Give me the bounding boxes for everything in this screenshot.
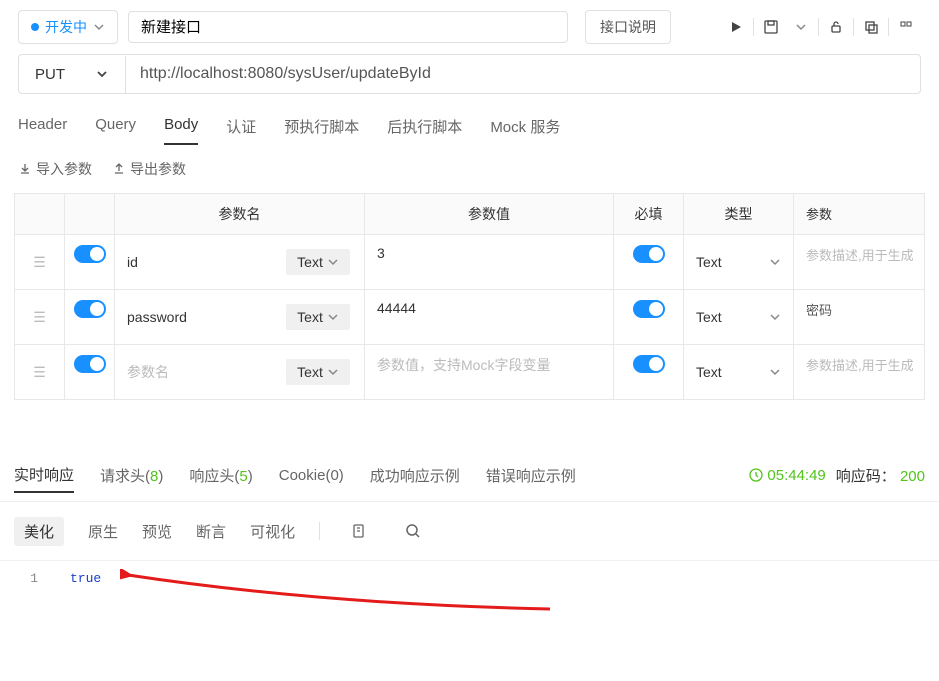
tab-body[interactable]: Body bbox=[164, 108, 198, 145]
chevron-down-icon bbox=[327, 256, 339, 268]
th-name: 参数名 bbox=[115, 194, 365, 234]
clock-icon bbox=[749, 468, 763, 482]
method-select[interactable]: PUT bbox=[19, 56, 126, 93]
param-name-input[interactable]: password bbox=[123, 309, 286, 325]
play-icon bbox=[729, 20, 743, 34]
resp-subtab-beautify[interactable]: 美化 bbox=[14, 517, 64, 546]
param-desc-input[interactable]: 密码 bbox=[794, 290, 924, 344]
annotation-arrow-icon bbox=[120, 569, 560, 619]
download-icon bbox=[18, 162, 32, 176]
status-dot-icon bbox=[31, 23, 39, 31]
response-time: 05:44:49 bbox=[749, 467, 826, 484]
resp-subtab-raw[interactable]: 原生 bbox=[88, 521, 118, 542]
copy-icon bbox=[351, 523, 367, 539]
resp-tab-resp-headers[interactable]: 响应头(5) bbox=[189, 459, 252, 492]
resp-tab-success-example[interactable]: 成功响应示例 bbox=[370, 459, 460, 492]
param-type-select[interactable]: Text bbox=[684, 235, 794, 289]
chevron-down-icon bbox=[327, 366, 339, 378]
resp-tab-req-headers[interactable]: 请求头(8) bbox=[100, 459, 163, 492]
copy-button[interactable] bbox=[856, 12, 886, 42]
search-response-button[interactable] bbox=[398, 516, 428, 546]
response-body: 1 true bbox=[0, 561, 939, 681]
param-subtype-select[interactable]: Text bbox=[286, 249, 350, 275]
api-title-field[interactable] bbox=[141, 18, 555, 35]
param-enabled-toggle[interactable] bbox=[74, 355, 106, 373]
line-number: 1 bbox=[0, 571, 50, 671]
chevron-down-icon bbox=[95, 67, 109, 81]
status-badge[interactable]: 开发中 bbox=[18, 10, 118, 44]
search-icon bbox=[405, 523, 421, 539]
param-enabled-toggle[interactable] bbox=[74, 245, 106, 263]
table-row: ☰ id Text 3 Text 参数描述,用于生成 bbox=[15, 235, 924, 290]
resp-tab-realtime[interactable]: 实时响应 bbox=[14, 458, 74, 493]
param-enabled-toggle[interactable] bbox=[74, 300, 106, 318]
params-table: 参数名 参数值 必填 类型 参数 ☰ id Text 3 Text 参数描述,用… bbox=[14, 193, 925, 400]
run-button[interactable] bbox=[721, 12, 751, 42]
param-value-input[interactable]: 44444 bbox=[365, 290, 614, 344]
response-status: 响应码： 200 bbox=[836, 465, 925, 486]
more-button[interactable] bbox=[891, 12, 921, 42]
copy-icon bbox=[864, 20, 878, 34]
copy-response-button[interactable] bbox=[344, 516, 374, 546]
tab-mock[interactable]: Mock 服务 bbox=[490, 108, 560, 145]
tab-header[interactable]: Header bbox=[18, 108, 67, 145]
tab-post-script[interactable]: 后执行脚本 bbox=[387, 108, 462, 145]
upload-icon bbox=[112, 162, 126, 176]
chevron-down-icon bbox=[769, 311, 781, 323]
th-type: 类型 bbox=[684, 194, 794, 234]
url-input[interactable]: http://localhost:8080/sysUser/updateById bbox=[126, 55, 920, 93]
param-value-input[interactable]: 参数值，支持Mock字段变量 bbox=[365, 345, 614, 399]
th-desc: 参数 bbox=[794, 194, 924, 234]
import-params-button[interactable]: 导入参数 bbox=[18, 159, 92, 179]
chevron-down-icon bbox=[769, 256, 781, 268]
resp-subtab-assert[interactable]: 断言 bbox=[196, 521, 226, 542]
chevron-down-icon bbox=[327, 311, 339, 323]
tab-auth[interactable]: 认证 bbox=[226, 108, 256, 145]
resp-tab-error-example[interactable]: 错误响应示例 bbox=[486, 459, 576, 492]
chevron-down-icon bbox=[795, 21, 807, 33]
drag-handle-icon[interactable]: ☰ bbox=[15, 290, 65, 344]
resp-tab-cookie[interactable]: Cookie(0) bbox=[279, 461, 344, 490]
param-required-toggle[interactable] bbox=[633, 300, 665, 318]
tab-query[interactable]: Query bbox=[95, 108, 136, 145]
param-name-input[interactable]: 参数名 bbox=[123, 362, 286, 382]
param-type-select[interactable]: Text bbox=[684, 290, 794, 344]
resp-subtab-visualize[interactable]: 可视化 bbox=[250, 521, 295, 542]
resp-subtab-preview[interactable]: 预览 bbox=[142, 521, 172, 542]
lock-button[interactable] bbox=[821, 12, 851, 42]
param-desc-input[interactable]: 参数描述,用于生成 bbox=[794, 235, 924, 289]
param-type-select[interactable]: Text bbox=[684, 345, 794, 399]
param-subtype-select[interactable]: Text bbox=[286, 304, 350, 330]
table-row: ☰ 参数名 Text 参数值，支持Mock字段变量 Text 参数描述,用于生成 bbox=[15, 345, 924, 399]
param-value-input[interactable]: 3 bbox=[365, 235, 614, 289]
param-desc-input[interactable]: 参数描述,用于生成 bbox=[794, 345, 924, 399]
save-button[interactable] bbox=[756, 12, 786, 42]
tab-pre-script[interactable]: 预执行脚本 bbox=[284, 108, 359, 145]
api-description-button[interactable]: 接口说明 bbox=[585, 10, 671, 44]
param-required-toggle[interactable] bbox=[633, 245, 665, 263]
unlock-icon bbox=[829, 20, 843, 34]
chevron-down-icon bbox=[769, 366, 781, 378]
drag-handle-icon[interactable]: ☰ bbox=[15, 235, 65, 289]
save-dropdown[interactable] bbox=[786, 12, 816, 42]
method-label: PUT bbox=[35, 66, 65, 83]
save-icon bbox=[763, 19, 779, 35]
param-name-input[interactable]: id bbox=[123, 254, 286, 270]
grid-icon bbox=[899, 20, 913, 34]
param-required-toggle[interactable] bbox=[633, 355, 665, 373]
api-title-input[interactable] bbox=[128, 11, 568, 43]
param-subtype-select[interactable]: Text bbox=[286, 359, 350, 385]
status-label: 开发中 bbox=[45, 17, 87, 37]
drag-handle-icon[interactable]: ☰ bbox=[15, 345, 65, 399]
th-value: 参数值 bbox=[365, 194, 614, 234]
table-row: ☰ password Text 44444 Text 密码 bbox=[15, 290, 924, 345]
chevron-down-icon bbox=[93, 21, 105, 33]
export-params-button[interactable]: 导出参数 bbox=[112, 159, 186, 179]
th-required: 必填 bbox=[614, 194, 684, 234]
response-content[interactable]: true bbox=[50, 571, 101, 671]
